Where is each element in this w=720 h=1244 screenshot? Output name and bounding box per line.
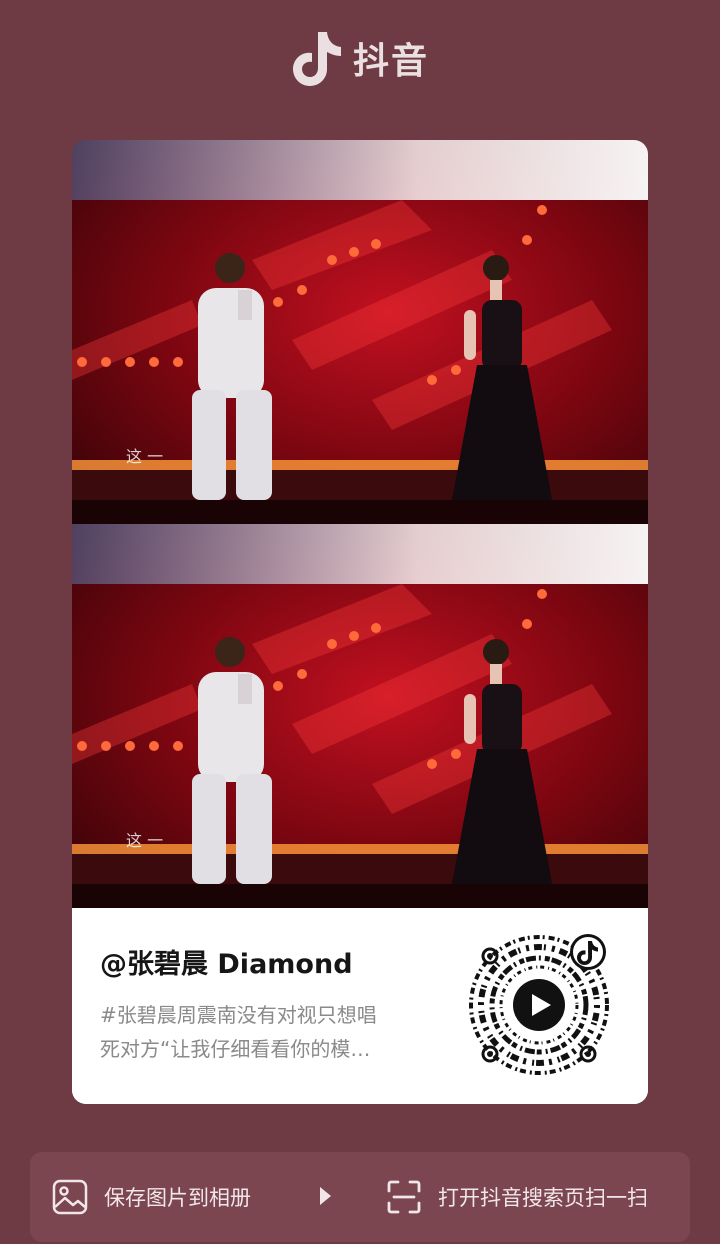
scan-icon xyxy=(386,1179,422,1215)
image-icon xyxy=(52,1179,88,1215)
share-card: 这 一 这 一 @张碧晨 Diamond #张碧晨周震南没有对视只想唱 死对方“… xyxy=(72,140,648,1104)
subtitle-text-bottom: 这 一 xyxy=(126,831,163,850)
app-header: 抖音 xyxy=(0,28,720,88)
subtitle-text-top: 这 一 xyxy=(126,447,163,466)
douyin-qr-code[interactable] xyxy=(466,932,612,1078)
video-frame-top: 这 一 xyxy=(72,140,648,524)
action-bar: 保存图片到相册 打开抖音搜索页扫一扫 xyxy=(30,1152,690,1242)
card-info: @张碧晨 Diamond #张碧晨周震南没有对视只想唱 死对方“让我仔细看看你的… xyxy=(72,908,648,1104)
app-name: 抖音 xyxy=(352,41,429,82)
description-line-2: 死对方“让我仔细看看你的模… xyxy=(100,1037,371,1061)
open-douyin-scan-button[interactable]: 打开抖音搜索页扫一扫 xyxy=(386,1152,648,1242)
arrow-right-icon xyxy=(318,1185,332,1211)
video-frame-bottom: 这 一 xyxy=(72,524,648,908)
author-name: @张碧晨 Diamond xyxy=(100,949,353,980)
open-douyin-scan-label: 打开抖音搜索页扫一扫 xyxy=(438,1186,648,1210)
save-to-album-button[interactable]: 保存图片到相册 xyxy=(52,1152,251,1242)
save-to-album-label: 保存图片到相册 xyxy=(104,1186,251,1210)
description-line-1: #张碧晨周震南没有对视只想唱 xyxy=(100,1003,377,1027)
video-description: #张碧晨周震南没有对视只想唱 死对方“让我仔细看看你的模… xyxy=(100,998,440,1066)
douyin-logo-icon xyxy=(291,28,343,88)
